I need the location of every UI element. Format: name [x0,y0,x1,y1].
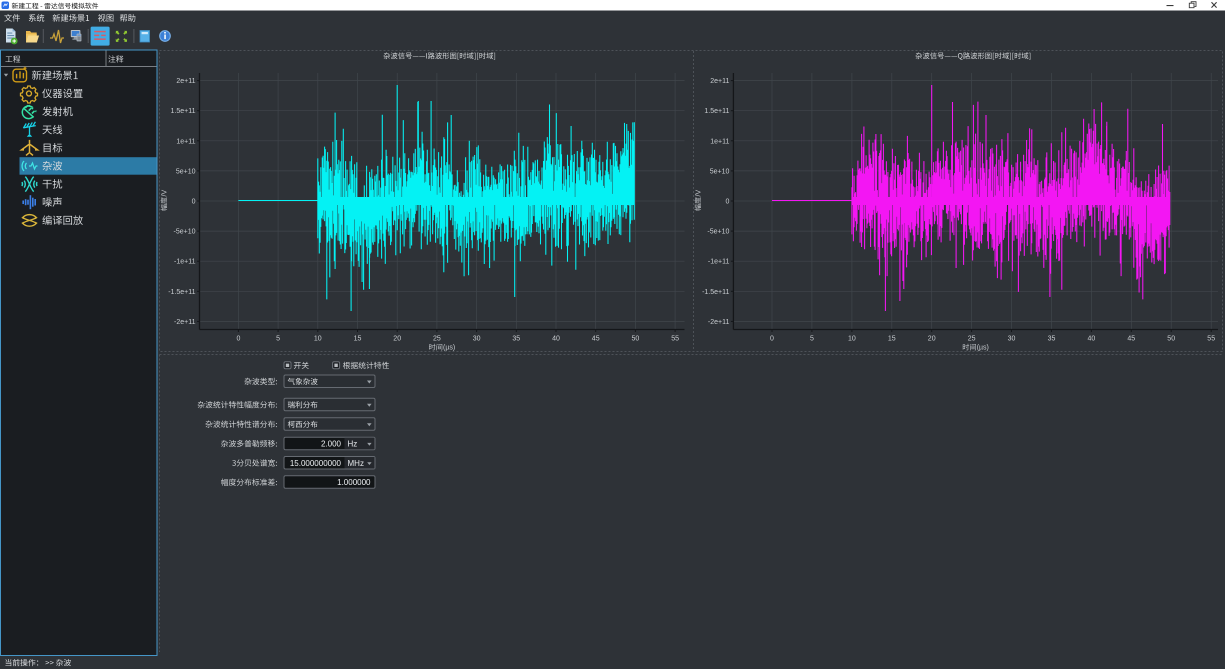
svg-text:5: 5 [810,335,814,342]
svg-text:30: 30 [473,335,481,342]
svg-text:35: 35 [1048,335,1056,342]
svg-text:15: 15 [888,335,896,342]
svg-text:-1e+11: -1e+11 [708,259,730,266]
svg-text:5: 5 [276,335,280,342]
svg-text:20: 20 [393,335,401,342]
svg-text:55: 55 [671,335,679,342]
svg-text:45: 45 [1127,335,1135,342]
svg-text:1.5e+11: 1.5e+11 [171,108,196,115]
svg-text:35: 35 [512,335,520,342]
svg-text:45: 45 [592,335,600,342]
svg-text:-5e+10: -5e+10 [174,229,196,236]
svg-text:-2e+11: -2e+11 [708,319,730,326]
svg-text:0: 0 [192,199,196,206]
svg-text:-2e+11: -2e+11 [174,319,196,326]
svg-text:2e+11: 2e+11 [710,78,729,85]
svg-text:15.000000000: 15.000000000 [290,459,342,468]
svg-text:-1.5e+11: -1.5e+11 [702,289,729,296]
svg-text:/V: /V [695,190,702,197]
svg-text:(µs): (µs) [977,345,989,352]
svg-text:50: 50 [632,335,640,342]
svg-text:1e+11: 1e+11 [176,138,195,145]
svg-text:30: 30 [1008,335,1016,342]
svg-text:5e+10: 5e+10 [176,168,196,175]
svg-text:25: 25 [968,335,976,342]
svg-text:10: 10 [848,335,856,342]
svg-text:40: 40 [552,335,560,342]
svg-text:50: 50 [1167,335,1175,342]
svg-text:0: 0 [236,335,240,342]
svg-text:/V: /V [162,190,169,197]
svg-text:55: 55 [1207,335,1215,342]
svg-text:15: 15 [354,335,362,342]
svg-text:2e+11: 2e+11 [176,78,195,85]
svg-text:2.000: 2.000 [321,440,342,449]
svg-text:20: 20 [928,335,936,342]
svg-text:10: 10 [314,335,322,342]
svg-text:-1.5e+11: -1.5e+11 [168,289,195,296]
svg-text:-1e+11: -1e+11 [174,259,196,266]
svg-text:-5e+10: -5e+10 [707,229,729,236]
svg-text:(µs): (µs) [443,345,455,352]
svg-text:Hz: Hz [348,440,358,449]
svg-text:1e+11: 1e+11 [710,138,729,145]
svg-text:1.5e+11: 1.5e+11 [704,108,729,115]
svg-text:MHz: MHz [348,459,364,468]
svg-text:0: 0 [770,335,774,342]
svg-text:40: 40 [1088,335,1096,342]
svg-text:5e+10: 5e+10 [710,168,730,175]
svg-text:0: 0 [725,199,729,206]
svg-text:25: 25 [433,335,441,342]
svg-text:1.000000: 1.000000 [337,478,371,487]
